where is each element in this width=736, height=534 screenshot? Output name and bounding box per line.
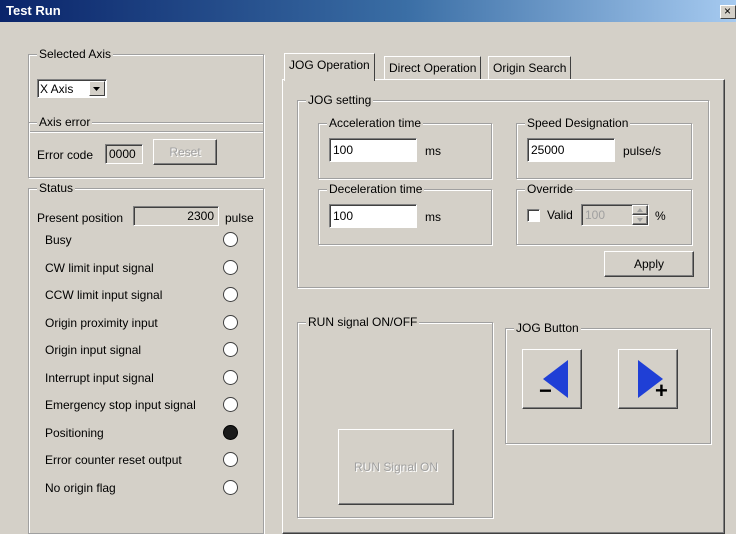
error-code-label: Error code (37, 148, 94, 162)
deceleration-input[interactable]: 100 (329, 204, 417, 228)
jog-right-arrow-icon (638, 360, 663, 398)
deceleration-unit: ms (425, 210, 441, 224)
tab-direct-operation[interactable]: Direct Operation (384, 56, 482, 80)
minus-symbol: − (539, 378, 552, 403)
close-button[interactable]: × (720, 5, 736, 19)
error-code-value: 0000 (109, 147, 136, 161)
deceleration-value: 100 (333, 209, 354, 223)
signal-label: Interrupt input signal (45, 370, 154, 385)
signal-label: Busy (45, 233, 72, 247)
window-title: Test Run (6, 3, 61, 18)
status-label: Status (37, 181, 76, 195)
acceleration-unit: ms (425, 144, 441, 158)
signal-label: CCW limit input signal (45, 288, 163, 302)
acceleration-input[interactable]: 100 (329, 138, 417, 162)
jog-plus-button[interactable]: + (618, 349, 678, 409)
run-signal-group: RUN signal ON/OFF RUN Signal ON (297, 315, 493, 518)
present-position-label: Present position (37, 211, 124, 225)
axis-error-label: Axis error (37, 115, 93, 129)
signal-indicator-led (223, 259, 238, 275)
test-run-window: Test Run × Selected Axis X Axis Axis err… (0, 0, 736, 534)
position-unit: pulse (225, 211, 254, 225)
signal-label: Positioning (45, 425, 104, 440)
jog-button-group: JOG Button − + (505, 321, 711, 444)
status-group: Status Present position 2300 pulse Busy C… (28, 181, 264, 534)
signal-indicator-led (223, 342, 238, 357)
chevron-down-icon[interactable] (89, 81, 105, 96)
present-position-field: 2300 (133, 206, 219, 226)
override-unit: % (655, 209, 666, 223)
jog-operation-panel: JOG setting Acceleration time 100 ms Dec… (282, 79, 725, 534)
override-value-input[interactable]: 100 (581, 204, 649, 226)
speed-label: Speed Designation (525, 116, 631, 130)
jog-button-label: JOG Button (514, 321, 581, 335)
title-bar: Test Run × (0, 0, 736, 22)
jog-setting-group: JOG setting Acceleration time 100 ms Dec… (297, 93, 709, 288)
override-group: Override Valid 100 % (516, 182, 692, 245)
jog-setting-label: JOG setting (306, 93, 374, 107)
speed-unit: pulse/s (623, 144, 662, 158)
present-position-value: 2300 (187, 209, 214, 223)
reset-button[interactable]: Reset (153, 139, 217, 165)
signal-indicator-led (223, 232, 238, 247)
signal-label: CW limit input signal (45, 260, 154, 275)
deceleration-label: Deceleration time (327, 182, 425, 196)
spin-down-button[interactable] (632, 215, 648, 225)
signal-indicator-led (223, 369, 238, 385)
speed-group: Speed Designation 25000 pulse/s (516, 116, 692, 179)
acceleration-label: Acceleration time (327, 116, 424, 130)
tab-origin-search[interactable]: Origin Search (488, 56, 572, 80)
spin-up-icon (637, 208, 643, 212)
selected-axis-label: Selected Axis (37, 47, 114, 61)
run-signal-on-button[interactable]: RUN Signal ON (338, 429, 454, 505)
speed-input[interactable]: 25000 (527, 138, 615, 162)
signal-indicator-led (223, 287, 238, 302)
override-value: 100 (585, 208, 606, 222)
acceleration-group: Acceleration time 100 ms (318, 116, 492, 179)
signal-indicator-led (223, 479, 238, 495)
override-valid-label: Valid (547, 208, 573, 222)
plus-symbol: + (655, 378, 668, 403)
signal-label: Origin input signal (45, 343, 142, 357)
speed-value: 25000 (531, 143, 565, 157)
acceleration-value: 100 (333, 143, 354, 157)
tab-jog-operation[interactable]: JOG Operation (284, 53, 375, 81)
jog-minus-button[interactable]: − (522, 349, 582, 409)
signal-indicator-led (223, 314, 238, 330)
signal-label: No origin flag (45, 480, 116, 495)
apply-button[interactable]: Apply (604, 251, 694, 277)
jog-left-arrow-icon (543, 360, 568, 398)
signal-label: Origin proximity input (45, 315, 158, 330)
signal-indicator-led (223, 452, 238, 467)
axis-select-value: X Axis (40, 82, 74, 96)
signal-indicator-led (223, 397, 238, 412)
error-code-field: 0000 (105, 144, 143, 164)
deceleration-group: Deceleration time 100 ms (318, 182, 492, 245)
signal-indicator-led (223, 424, 238, 440)
client-area: Selected Axis X Axis Axis error Error co… (0, 22, 736, 534)
run-signal-label: RUN signal ON/OFF (306, 315, 420, 329)
spin-down-icon (637, 218, 643, 222)
signal-label: Emergency stop input signal (45, 398, 196, 412)
axis-error-group: Axis error Error code 0000 Reset (28, 115, 264, 178)
override-label: Override (525, 182, 576, 196)
axis-select[interactable]: X Axis (37, 79, 107, 98)
override-valid-checkbox[interactable] (527, 209, 540, 222)
signal-label: Error counter reset output (45, 453, 182, 467)
spin-up-button[interactable] (632, 205, 648, 215)
